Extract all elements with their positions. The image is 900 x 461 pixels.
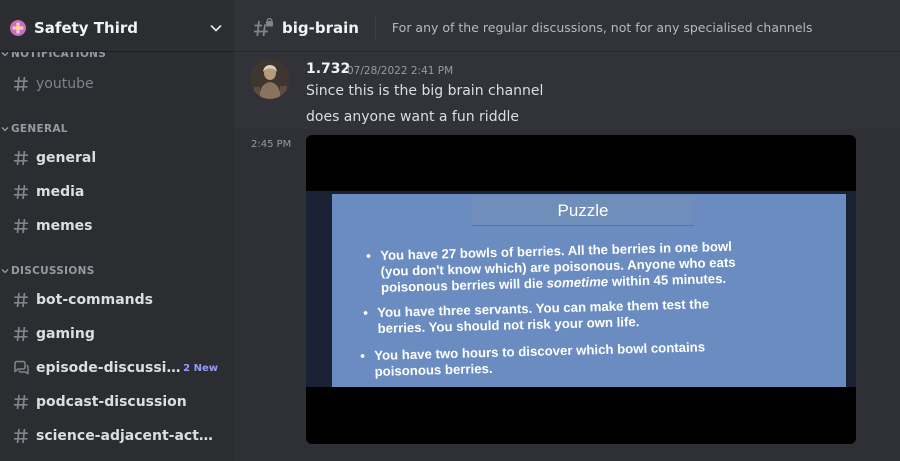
channel-name: general — [36, 150, 97, 166]
bullet-line: poisonous berries will die — [380, 275, 547, 295]
discord-window: Safety Third NOTIFICATIONS youtube GENER… — [0, 0, 900, 461]
server-header[interactable]: Safety Third — [0, 4, 234, 52]
caret-down-icon — [1, 269, 9, 274]
channel-topic[interactable]: For any of the regular discussions, not … — [392, 20, 813, 35]
puzzle-bullet: • You have 27 bowls of berries. All the … — [366, 238, 736, 295]
category-notifications[interactable]: NOTIFICATIONS — [0, 52, 106, 61]
hashtag-icon — [14, 76, 28, 92]
channel-youtube[interactable]: youtube — [6, 69, 226, 99]
channel-gaming[interactable]: gaming — [6, 319, 226, 349]
channel-name: media — [36, 184, 85, 200]
channel-name: gaming — [36, 326, 95, 342]
image-attachment[interactable]: Puzzle • You have 27 bowls of berries. A… — [306, 135, 856, 444]
channel-name: youtube — [36, 76, 94, 92]
category-label: GENERAL — [11, 123, 68, 135]
category-general[interactable]: GENERAL — [0, 122, 68, 136]
chevron-down-icon[interactable] — [208, 20, 224, 36]
channel-memes[interactable]: memes — [6, 211, 226, 241]
channel-sidebar: Safety Third NOTIFICATIONS youtube GENER… — [0, 0, 234, 461]
channel-bot-commands[interactable]: bot-commands — [6, 285, 226, 315]
puzzle-bullet: • You have three servants. You can make … — [363, 296, 710, 336]
category-label: NOTIFICATIONS — [11, 52, 107, 60]
bullet-emphasis: sometime — [546, 274, 609, 291]
channel-name: podcast-discussion — [36, 394, 187, 410]
message-text: does anyone want a fun riddle — [306, 109, 519, 125]
category-discussions[interactable]: DISCUSSIONS — [0, 264, 95, 278]
header-divider — [374, 15, 376, 40]
hashtag-icon — [14, 184, 28, 200]
hashtag-icon — [14, 292, 28, 308]
caret-down-icon — [1, 52, 9, 57]
channel-header: big-brain For any of the regular discuss… — [234, 4, 900, 52]
channel-title: big-brain — [282, 18, 359, 37]
hashtag-icon — [14, 150, 28, 166]
slide-title: Puzzle — [472, 196, 694, 226]
message-text: Since this is the big brain channel — [306, 83, 544, 99]
server-name: Safety Third — [34, 18, 138, 37]
channel-episode-discussion[interactable]: episode-discussion 2 New — [6, 353, 226, 383]
message-timestamp: 07/28/2022 2:41 PM — [347, 65, 454, 77]
channel-name: bot-commands — [36, 292, 154, 308]
message-list[interactable]: 1.732 07/28/2022 2:41 PM Since this is t… — [234, 53, 900, 461]
message-hover-timestamp: 2:45 PM — [251, 139, 292, 150]
hashtag-icon — [14, 428, 28, 444]
hashtag-lock-icon — [254, 17, 273, 36]
channel-media[interactable]: media — [6, 177, 226, 207]
channel-list[interactable]: NOTIFICATIONS youtube GENERAL general me… — [0, 52, 234, 461]
bullet-line: within 45 minutes. — [607, 270, 727, 290]
hashtag-icon — [14, 326, 28, 342]
hashtag-icon — [14, 394, 28, 410]
channel-podcast-discussion[interactable]: podcast-discussion — [6, 387, 226, 417]
new-posts-badge: 2 New — [183, 362, 218, 374]
channel-name: episode-discussion — [36, 360, 184, 376]
slide-panel: Puzzle • You have 27 bowls of berries. A… — [332, 194, 846, 387]
puzzle-slide-image: Puzzle • You have 27 bowls of berries. A… — [306, 191, 856, 387]
message-author[interactable]: 1.732 — [306, 61, 350, 77]
forum-bubble-icon — [14, 360, 29, 375]
hashtag-icon — [14, 218, 28, 234]
category-label: DISCUSSIONS — [11, 265, 95, 277]
channel-name: memes — [36, 218, 93, 234]
channel-general[interactable]: general — [6, 143, 226, 173]
avatar[interactable] — [250, 59, 290, 99]
server-flower-icon — [10, 19, 26, 36]
puzzle-bullet: • You have two hours to discover which b… — [360, 339, 706, 379]
channel-name: science-adjacent-activit... — [36, 428, 216, 444]
channel-science-adjacent[interactable]: science-adjacent-activit... — [6, 421, 226, 451]
caret-down-icon — [1, 127, 9, 132]
